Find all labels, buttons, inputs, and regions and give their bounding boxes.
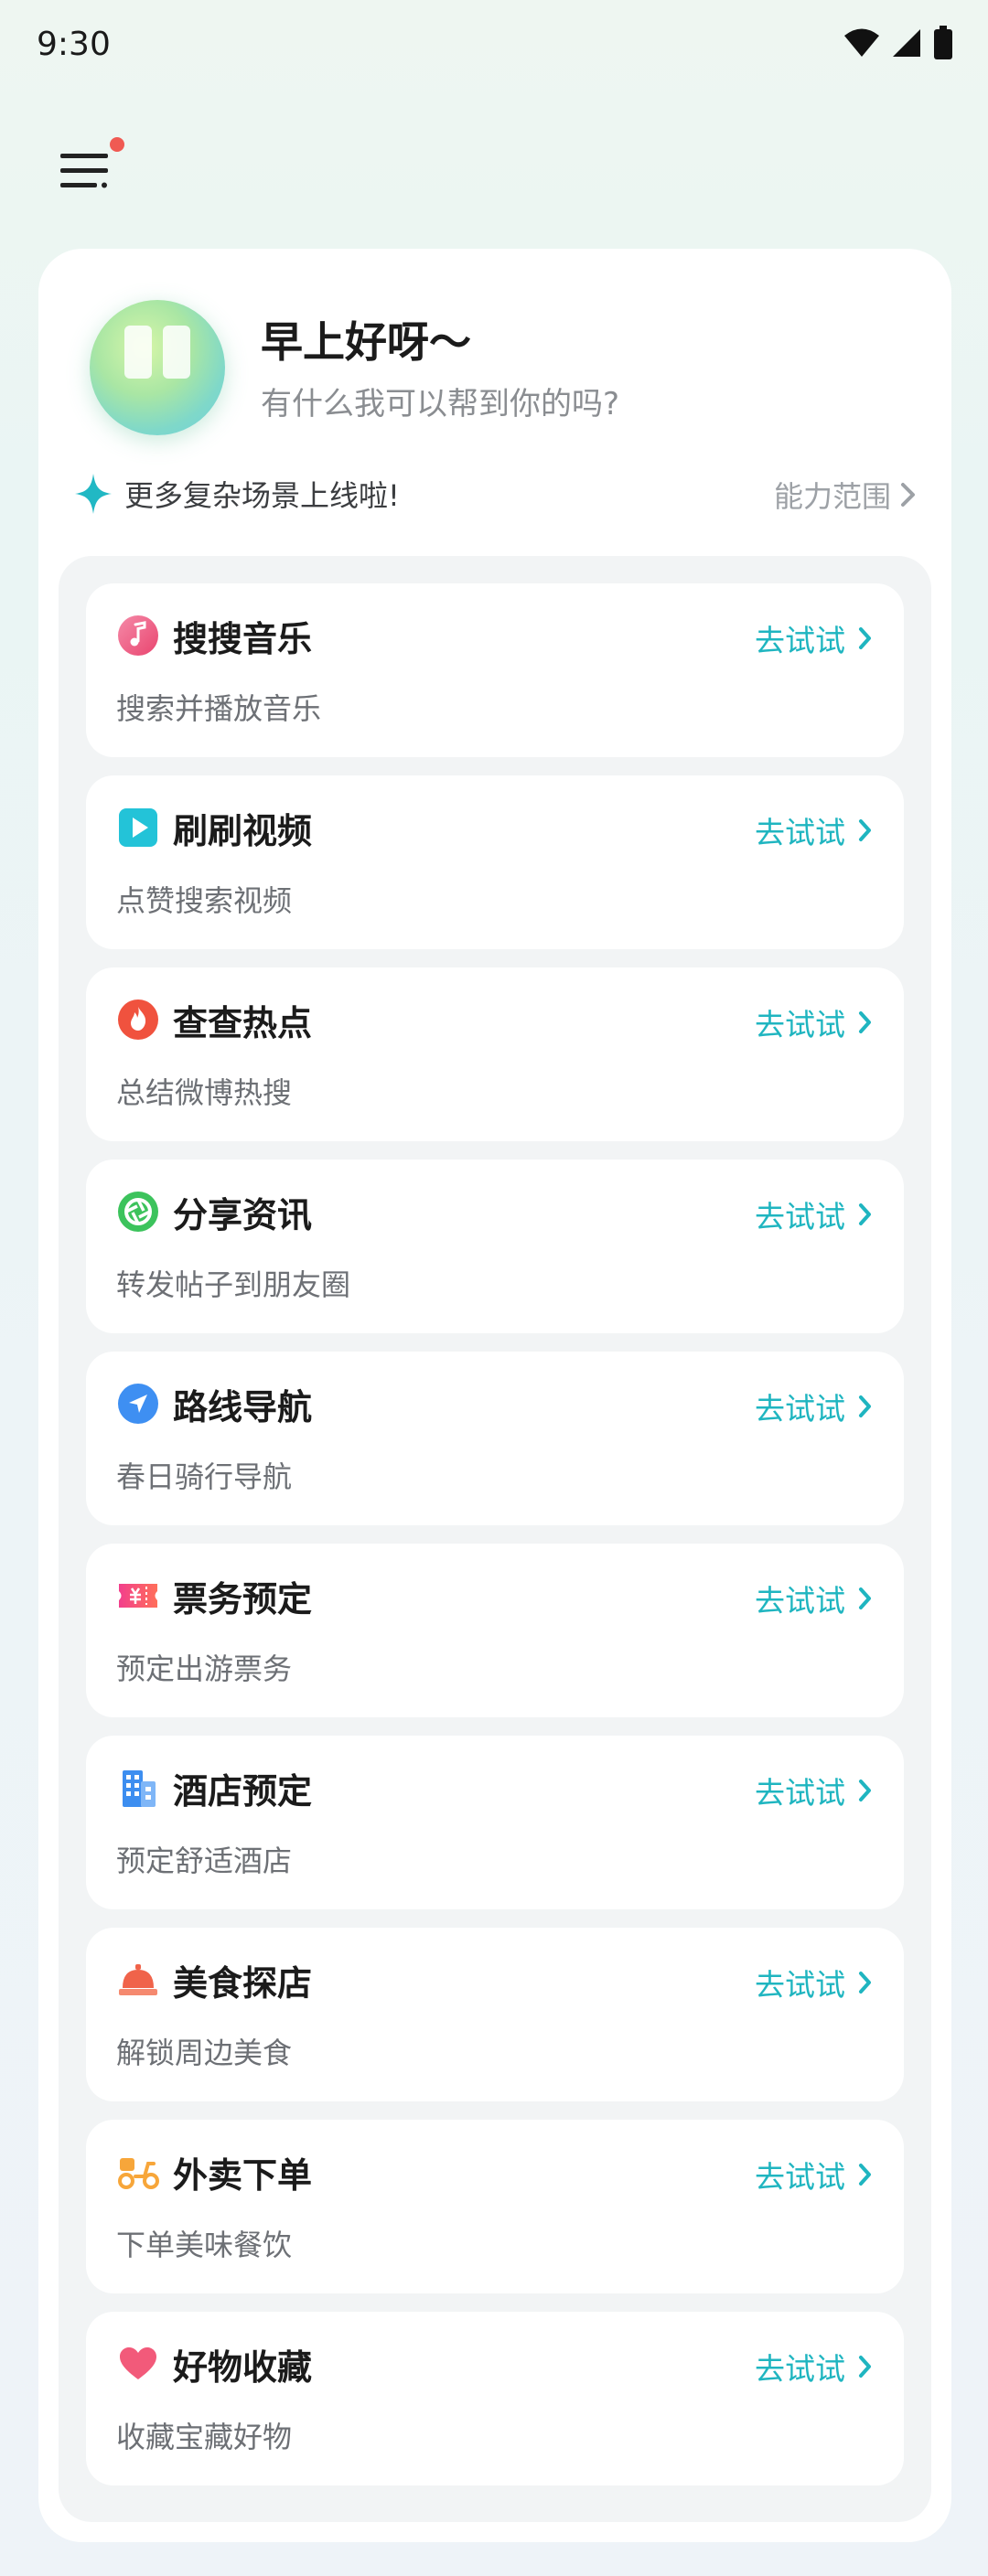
- banner-text: 更多复杂场景上线啦!: [124, 478, 400, 513]
- greeting-subtitle: 有什么我可以帮到你的吗?: [261, 386, 620, 422]
- chevron-right-icon: [859, 1587, 871, 1609]
- feature-description: 点赞搜索视频: [116, 883, 293, 918]
- status-bar: 9:30: [0, 0, 988, 91]
- status-time: 9:30: [37, 26, 111, 63]
- chevron-right-icon: [859, 1780, 871, 1801]
- ticket-icon: [117, 1575, 159, 1617]
- notification-dot: [110, 137, 124, 152]
- chevron-right-icon: [859, 1203, 871, 1225]
- feature-item-delivery[interactable]: 外卖下单 下单美味餐饮 去试试: [86, 2120, 904, 2293]
- hotel-building-icon: [117, 1767, 159, 1809]
- status-icons: [843, 26, 953, 60]
- food-cloche-icon: [117, 1959, 159, 2001]
- cellular-signal-icon: [893, 29, 920, 57]
- chevron-right-icon: [859, 2164, 871, 2186]
- try-button-label: 去试试: [755, 1007, 845, 1042]
- feature-title: 外卖下单: [173, 2155, 313, 2196]
- try-button-label: 去试试: [755, 1775, 845, 1811]
- avatar-left-eye: [124, 326, 152, 379]
- flame-icon: [117, 999, 159, 1041]
- battery-icon: [934, 26, 952, 59]
- chevron-right-icon: [859, 1011, 871, 1033]
- try-button-label: 去试试: [755, 1967, 845, 2003]
- try-button-label: 去试试: [755, 1391, 845, 1427]
- feature-description: 解锁周边美食: [116, 2036, 293, 2070]
- feature-title: 刷刷视频: [173, 811, 313, 851]
- feature-description: 预定舒适酒店: [116, 1844, 293, 1878]
- wifi-icon: [844, 28, 879, 57]
- try-button[interactable]: 去试试: [755, 2153, 873, 2197]
- feature-description: 总结微博热搜: [116, 1075, 293, 1110]
- feature-item-hot-topics[interactable]: 查查热点 总结微博热搜 去试试: [86, 967, 904, 1141]
- try-button-label: 去试试: [755, 1199, 845, 1235]
- feature-item-music[interactable]: 搜搜音乐 搜索并播放音乐 去试试: [86, 583, 904, 757]
- feature-description: 收藏宝藏好物: [116, 2420, 293, 2454]
- try-button[interactable]: 去试试: [755, 1192, 873, 1236]
- chevron-right-icon: [901, 483, 915, 507]
- try-button-label: 去试试: [755, 623, 845, 658]
- try-button[interactable]: 去试试: [755, 1384, 873, 1428]
- navigation-arrow-icon: [117, 1383, 159, 1425]
- try-button[interactable]: 去试试: [755, 1961, 873, 2004]
- feature-title: 酒店预定: [173, 1771, 313, 1812]
- feature-item-video[interactable]: 刷刷视频 点赞搜索视频 去试试: [86, 775, 904, 949]
- feature-item-share-news[interactable]: 分享资讯 转发帖子到朋友圈 去试试: [86, 1160, 904, 1333]
- feature-title: 好物收藏: [173, 2347, 313, 2388]
- chevron-right-icon: [859, 627, 871, 649]
- chevron-right-icon: [859, 819, 871, 841]
- play-video-icon: [117, 807, 159, 849]
- aperture-icon: [117, 1191, 159, 1233]
- try-button[interactable]: 去试试: [755, 2345, 873, 2389]
- feature-description: 预定出游票务: [116, 1651, 293, 1686]
- try-button[interactable]: 去试试: [755, 1769, 873, 1812]
- avatar-right-eye: [163, 326, 190, 379]
- menu-icon: [60, 154, 108, 188]
- feature-title: 分享资讯: [173, 1195, 313, 1235]
- try-button-label: 去试试: [755, 2159, 845, 2195]
- chevron-right-icon: [859, 1395, 871, 1417]
- try-button[interactable]: 去试试: [755, 1000, 873, 1044]
- delivery-scooter-icon: [117, 2151, 159, 2193]
- feature-item-tickets[interactable]: 票务预定 预定出游票务 去试试: [86, 1544, 904, 1717]
- assistant-avatar: [90, 300, 225, 435]
- feature-description: 搜索并播放音乐: [116, 691, 322, 726]
- try-button[interactable]: 去试试: [755, 616, 873, 660]
- try-button-label: 去试试: [755, 815, 845, 850]
- chevron-right-icon: [859, 1972, 871, 1993]
- feature-title: 搜搜音乐: [173, 619, 313, 659]
- greeting-title: 早上好呀～: [261, 317, 471, 367]
- heart-icon: [117, 2343, 159, 2385]
- chevron-right-icon: [859, 2356, 871, 2378]
- try-button[interactable]: 去试试: [755, 808, 873, 852]
- try-button-label: 去试试: [755, 2351, 845, 2387]
- try-button-label: 去试试: [755, 1583, 845, 1619]
- feature-list: 搜搜音乐 搜索并播放音乐 去试试 刷刷视频 点赞搜索视频 去试试 查查热点 总结…: [59, 556, 931, 2522]
- ability-range-label: 能力范围: [773, 479, 891, 514]
- feature-description: 下单美味餐饮: [116, 2228, 293, 2262]
- feature-title: 票务预定: [173, 1579, 313, 1619]
- sparkle-icon: [75, 474, 112, 514]
- feature-title: 美食探店: [173, 1963, 313, 2004]
- feature-item-navigation[interactable]: 路线导航 春日骑行导航 去试试: [86, 1352, 904, 1525]
- feature-item-favorites[interactable]: 好物收藏 收藏宝藏好物 去试试: [86, 2312, 904, 2485]
- feature-description: 春日骑行导航: [116, 1459, 293, 1494]
- try-button[interactable]: 去试试: [755, 1577, 873, 1620]
- feature-title: 路线导航: [173, 1387, 313, 1427]
- menu-button[interactable]: [57, 148, 115, 196]
- assistant-card: 早上好呀～ 有什么我可以帮到你的吗? 更多复杂场景上线啦! 能力范围 搜搜音乐 …: [38, 249, 951, 2542]
- feature-title: 查查热点: [173, 1003, 313, 1043]
- feature-item-food[interactable]: 美食探店 解锁周边美食 去试试: [86, 1928, 904, 2101]
- feature-description: 转发帖子到朋友圈: [116, 1267, 351, 1302]
- announcement-banner: 更多复杂场景上线啦! 能力范围: [75, 466, 917, 521]
- music-note-icon: [117, 615, 159, 657]
- feature-item-hotel[interactable]: 酒店预定 预定舒适酒店 去试试: [86, 1736, 904, 1909]
- ability-range-link[interactable]: 能力范围: [774, 474, 917, 516]
